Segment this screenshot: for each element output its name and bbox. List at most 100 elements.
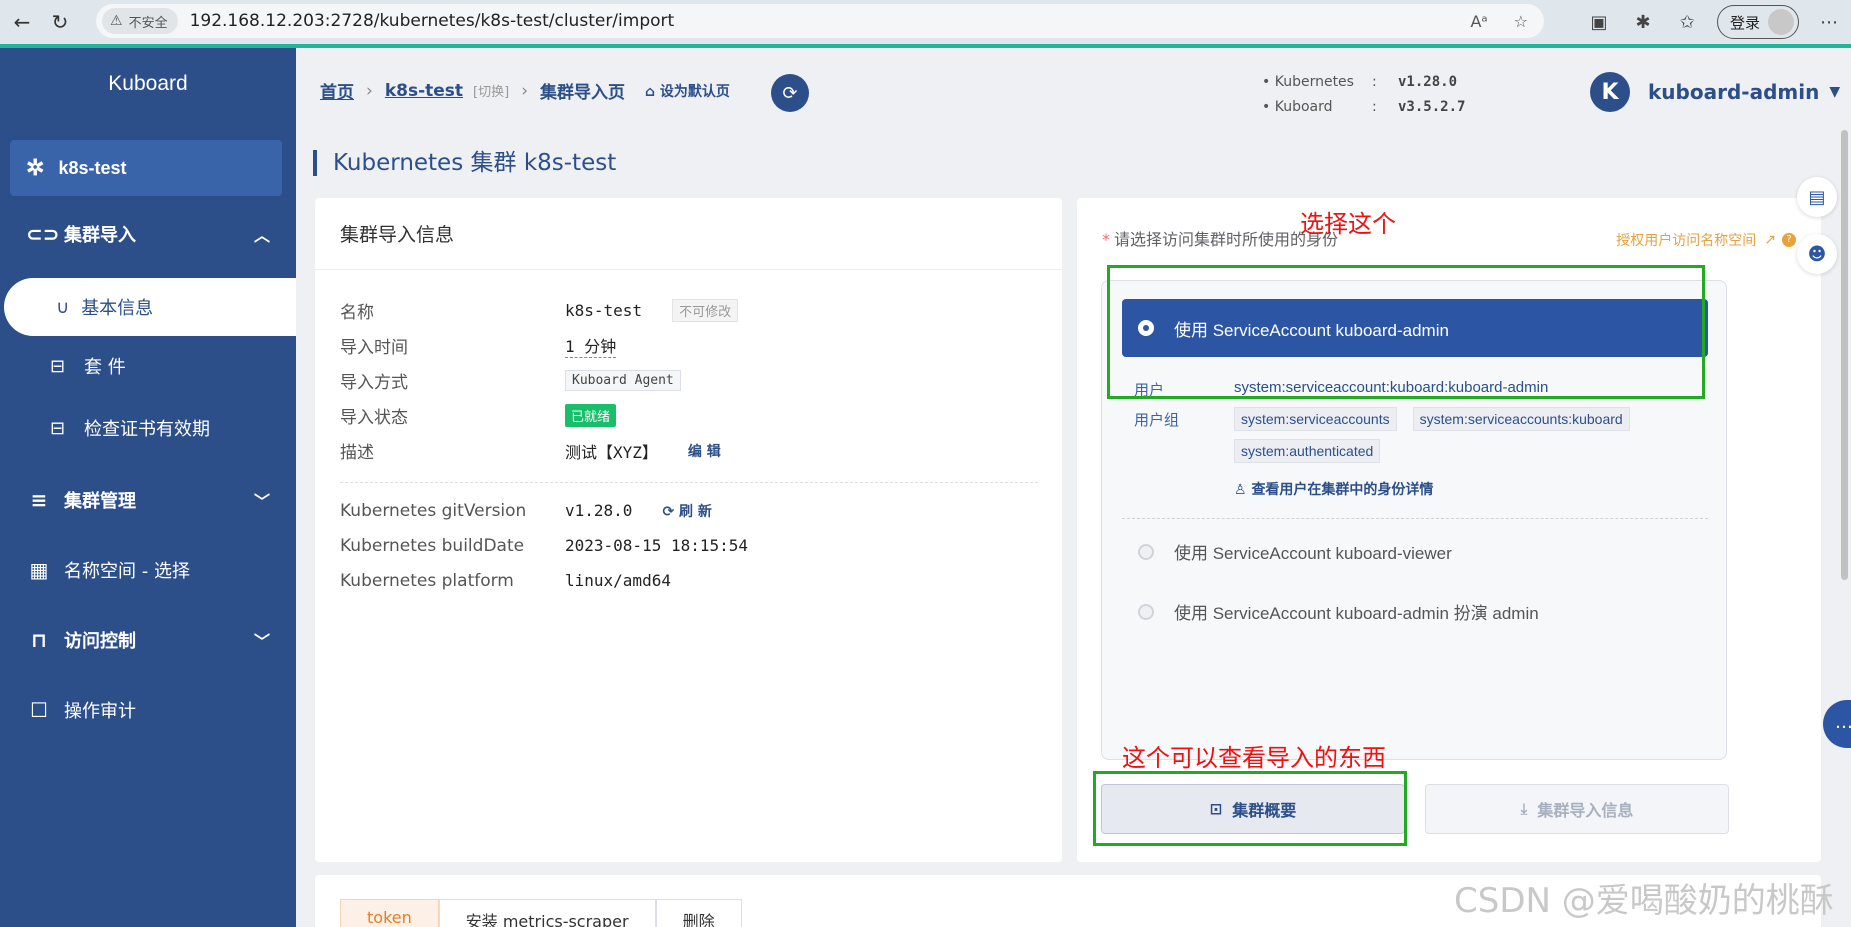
annotation-view-import: 这个可以查看导入的东西 [1122, 744, 1386, 772]
help-icon[interactable]: ? [1782, 233, 1796, 247]
option-impersonate-admin[interactable]: 使用 ServiceAccount kuboard-admin 扮演 admin [1138, 599, 1539, 624]
radio-unselected-icon [1138, 603, 1154, 620]
magnet-icon: ∪ [56, 296, 70, 318]
menu-namespace[interactable]: ▦ 名称空间 - 选择 [0, 542, 296, 598]
watermark: CSDN @爱喝酸奶的桃酥 [1454, 881, 1834, 921]
address-bar[interactable]: ⚠ 不安全 192.168.12.203:2728/kubernetes/k8s… [96, 4, 1544, 38]
tab-token[interactable]: token [340, 899, 439, 927]
audit-icon: ☐ [30, 698, 48, 722]
read-aloud-icon[interactable]: Aᵃ [1470, 12, 1487, 31]
breadcrumb: 首页 › k8s-test [切换] › 集群导入页 ⌂ 设为默认页 [320, 78, 730, 104]
avatar: K [1590, 72, 1630, 112]
panel-title: 集群导入信息 [315, 198, 1062, 270]
readonly-tag: 不可修改 [672, 299, 739, 322]
annotation-box-identity [1107, 265, 1705, 399]
breadcrumb-home[interactable]: 首页 [320, 78, 354, 103]
info-row-build: Kubernetes buildDate 2023-08-15 18:15:54 [340, 535, 749, 556]
url-text[interactable]: 192.168.12.203:2728/kubernetes/k8s-test/… [190, 11, 675, 31]
status-badge: 已就绪 [565, 404, 617, 427]
version-name: • Kubernetes [1262, 74, 1354, 90]
info-row-method: 导入方式 Kuboard Agent [340, 363, 1038, 398]
version-info: • Kubernetes : v1.28.0 • Kuboard : v3.5.… [1262, 70, 1465, 120]
page-title: Kubernetes 集群 k8s-test [313, 150, 616, 176]
menu-basic-info[interactable]: ∪ 基本信息 [4, 278, 296, 336]
username: kuboard-admin [1648, 80, 1820, 104]
warning-icon: ⚠ [110, 13, 123, 29]
insecure-badge[interactable]: ⚠ 不安全 [102, 8, 178, 34]
menu-cluster-manage[interactable]: ≡ 集群管理 ﹀ [0, 472, 296, 528]
group-tags: system:serviceaccounts system:serviceacc… [1234, 407, 1684, 463]
briefcase-icon: ⊟ [50, 355, 66, 377]
group-detail: 用户组 [1134, 411, 1180, 429]
info-row-platform: Kubernetes platform linux/amd64 [340, 570, 671, 591]
authorize-namespace-link[interactable]: 授权用户访问名称空间 ↗ ? [1616, 230, 1796, 250]
set-default-page-link[interactable]: ⌂ 设为默认页 [645, 81, 730, 101]
menu-cluster-import[interactable]: ⊂⊃ 集群导入 ︿ [0, 206, 296, 262]
menu-suite[interactable]: ⊟ 套 件 [0, 340, 296, 392]
gear-icon: ✲ [26, 155, 45, 180]
divider [340, 482, 1038, 483]
chevron-up-icon: ︿ [253, 226, 270, 245]
info-row-status: 导入状态 已就绪 [340, 398, 1038, 433]
reload-icon[interactable]: ↻ [44, 6, 76, 38]
menu-access-control[interactable]: ⊓ 访问控制 ﹀ [0, 612, 296, 668]
tab-delete[interactable]: 删除 [655, 899, 742, 927]
external-link-icon: ↗ [1764, 232, 1776, 248]
cluster-selector[interactable]: ✲ k8s-test [10, 140, 282, 196]
tab-metrics-scraper[interactable]: 安装 metrics-scraper [438, 899, 656, 927]
lock-icon: ⊓ [31, 628, 47, 652]
edit-button[interactable]: 编 辑 [688, 441, 721, 461]
refresh-version-button[interactable]: ⟳ 刷 新 [662, 501, 711, 521]
menu-cert-check[interactable]: ⊟ 检查证书有效期 [0, 402, 296, 454]
puzzle-icon[interactable]: ✱ [1621, 12, 1665, 33]
user-icon: ♙ [1234, 482, 1247, 498]
grid-icon: ▦ [29, 558, 49, 582]
info-row-name: 名称 k8s-test 不可修改 [340, 293, 1038, 328]
group-tag: system:serviceaccounts:kuboard [1412, 407, 1630, 431]
option-kuboard-viewer[interactable]: 使用 ServiceAccount kuboard-viewer [1138, 539, 1452, 564]
caret-down-icon: ▼ [1829, 84, 1841, 100]
browser-toolbar: ← ↻ ⚠ 不安全 192.168.12.203:2728/kubernetes… [0, 0, 1851, 44]
stack-icon: ≡ [30, 488, 48, 512]
annotation-box-overview [1093, 771, 1407, 846]
favorites-icon[interactable]: ✩ [1665, 12, 1709, 33]
version-name: • Kuboard [1262, 99, 1333, 115]
extension-icon[interactable]: ▣ [1577, 12, 1621, 33]
breadcrumb-cluster[interactable]: k8s-test [385, 81, 463, 101]
cluster-import-info-button[interactable]: ⤓ 集群导入信息 [1425, 784, 1729, 834]
login-button[interactable]: 登录 [1716, 5, 1799, 39]
more-icon[interactable]: ⋯ [1807, 12, 1851, 33]
version-value: v1.28.0 [1398, 74, 1458, 90]
group-tag: system:authenticated [1234, 439, 1381, 463]
group-tag: system:serviceaccounts [1234, 407, 1397, 431]
assistant-icon[interactable]: ☻ [1797, 234, 1837, 274]
download-icon: ⤓ [1520, 800, 1528, 818]
sidebar: Kuboard ✲ k8s-test ⊂⊃ 集群导入 ︿ ∪ 基本信息 ⊟ 套 … [0, 48, 296, 927]
chat-icon[interactable]: … [1823, 700, 1851, 748]
chevron-down-icon: ﹀ [253, 632, 270, 651]
chevron-down-icon: ﹀ [253, 492, 270, 511]
switch-cluster-link[interactable]: [切换] [473, 81, 509, 100]
import-info-panel: 集群导入信息 名称 k8s-test 不可修改 导入时间 1 分钟 导入方式 Ku… [315, 198, 1062, 862]
annotation-select-this: 选择这个 [1300, 210, 1396, 238]
divider [1122, 518, 1708, 519]
info-row-desc: 描述 测试【XYZ】编 辑 [340, 441, 721, 464]
chevron-right-icon: › [521, 80, 528, 101]
radio-unselected-icon [1138, 543, 1154, 560]
menu-audit[interactable]: ☐ 操作审计 [0, 682, 296, 738]
user-menu[interactable]: K kuboard-admin ▼ [1590, 72, 1840, 112]
notes-icon[interactable]: ▤ [1797, 177, 1837, 217]
back-icon[interactable]: ← [6, 6, 38, 38]
profile-avatar-icon [1768, 9, 1794, 35]
view-identity-detail-link[interactable]: ♙ 查看用户在集群中的身份详情 [1234, 479, 1433, 499]
breadcrumb-current: 集群导入页 [540, 83, 625, 103]
favorite-star-icon[interactable]: ☆ [1514, 12, 1528, 31]
info-row-git: Kubernetes gitVersion v1.28.0 ⟳ 刷 新 [340, 500, 712, 521]
brand-logo[interactable]: Kuboard [0, 72, 296, 96]
refresh-button[interactable]: ⟳ [771, 74, 809, 112]
version-value: v3.5.2.7 [1398, 99, 1466, 115]
scrollbar[interactable] [1841, 130, 1848, 580]
briefcase-icon: ⊟ [50, 417, 66, 439]
link-icon: ⊂⊃ [26, 222, 60, 246]
method-tag: Kuboard Agent [565, 370, 681, 391]
